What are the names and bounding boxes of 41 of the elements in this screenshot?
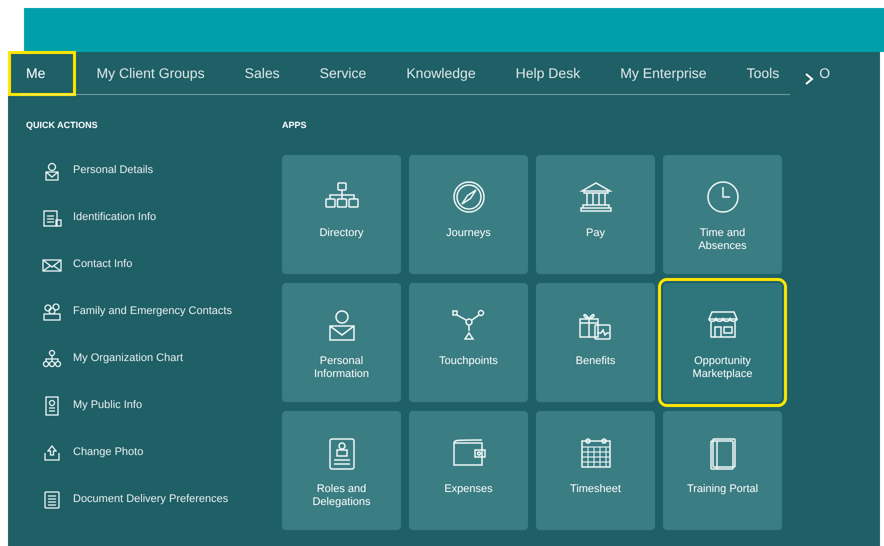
- app-tile[interactable]: Timesheet: [536, 410, 655, 530]
- nav-tab[interactable]: My Enterprise: [600, 51, 727, 96]
- quick-action-link[interactable]: Contact Info: [73, 256, 132, 273]
- quick-action-link[interactable]: Family and Emergency Contacts: [73, 303, 232, 320]
- quick-action-link[interactable]: My Public Info: [73, 397, 142, 414]
- quick-action-link[interactable]: Change Photo: [73, 444, 144, 461]
- nav-tab[interactable]: Sales: [224, 51, 300, 96]
- section-heading: APPS: [282, 119, 308, 132]
- app-tile[interactable]: Personal Information: [282, 282, 401, 402]
- bank-icon: [578, 180, 614, 214]
- nav-tab[interactable]: Knowledge: [386, 51, 496, 96]
- section-heading: QUICK ACTIONS: [26, 119, 99, 132]
- document-icon: [42, 490, 62, 510]
- org-chart-icon: [42, 348, 62, 368]
- app-tile[interactable]: Benefits: [536, 282, 655, 402]
- app-tile[interactable]: Touchpoints: [409, 282, 528, 402]
- group-icon: [42, 302, 62, 322]
- app-tile[interactable]: Opportunity Marketplace: [663, 282, 782, 402]
- id-card-icon: [42, 208, 62, 228]
- app-tile[interactable]: Directory: [282, 154, 401, 274]
- app-tile[interactable]: Training Portal: [663, 410, 782, 530]
- nav-tab[interactable]: O: [799, 51, 830, 96]
- chevron-right-icon[interactable]: [804, 72, 814, 86]
- app-tile[interactable]: Pay: [536, 154, 655, 274]
- nav-tab[interactable]: Me: [8, 51, 76, 96]
- clock-icon: [704, 180, 740, 214]
- upload-icon: [42, 442, 62, 462]
- quick-action-link[interactable]: Personal Details: [73, 162, 154, 179]
- quick-action-link[interactable]: Identification Info: [73, 209, 156, 226]
- nav-tab[interactable]: Tools: [726, 51, 800, 96]
- quick-action-link[interactable]: My Organization Chart: [73, 350, 184, 367]
- network-icon: [450, 308, 486, 342]
- nav-tab[interactable]: My Client Groups: [76, 51, 225, 96]
- nav-tab[interactable]: Service: [300, 51, 386, 96]
- quick-action-link[interactable]: Document Delivery Preferences: [73, 491, 228, 508]
- app-tile[interactable]: Expenses: [409, 410, 528, 530]
- app-tile[interactable]: Journeys: [409, 154, 528, 274]
- app-tile[interactable]: Time and Absences: [663, 154, 782, 274]
- nav-tab[interactable]: Help Desk: [496, 51, 600, 96]
- app-tile[interactable]: Roles and Delegations: [282, 410, 401, 530]
- compass-icon: [450, 180, 486, 214]
